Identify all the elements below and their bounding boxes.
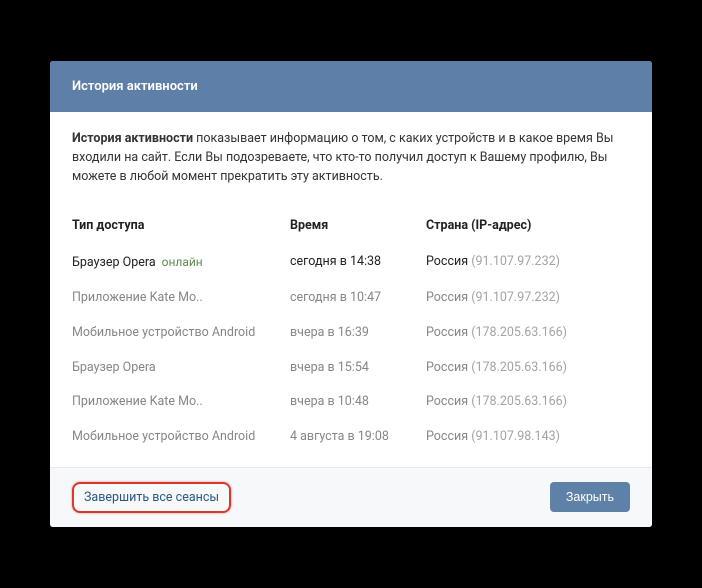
header-type: Тип доступа	[72, 217, 290, 236]
table-row: Браузер Operaонлайн сегодня в 14:38 Росс…	[72, 245, 630, 281]
session-country: Россия (178.205.63.166)	[426, 393, 630, 412]
header-country: Страна (IP-адрес)	[426, 217, 630, 236]
session-country: Россия (91.107.98.143)	[426, 428, 630, 447]
table-header-row: Тип доступа Время Страна (IP-адрес)	[72, 209, 630, 246]
session-type: Браузер Operaонлайн	[72, 253, 290, 273]
session-type: Приложение Kate Mo..	[72, 289, 290, 308]
session-time: вчера в 16:39	[290, 324, 426, 343]
online-badge: онлайн	[162, 255, 203, 269]
session-country: Россия (178.205.63.166)	[426, 359, 630, 378]
session-type: Браузер Opera	[72, 359, 290, 378]
session-time: 4 августа в 19:08	[290, 428, 426, 447]
session-time: сегодня в 10:47	[290, 289, 426, 308]
description: История активности показывает информацию…	[72, 130, 630, 186]
session-time: вчера в 10:48	[290, 393, 426, 412]
modal-header: История активности	[50, 61, 652, 112]
session-country: Россия (178.205.63.166)	[426, 324, 630, 343]
desc-bold: История активности	[72, 131, 193, 146]
modal-title: История активности	[72, 79, 198, 94]
table-row: Приложение Kate Mo.. сегодня в 10:47 Рос…	[72, 281, 630, 316]
table-row: Мобильное устройство Android 4 августа в…	[72, 420, 630, 455]
activity-history-modal: История активности История активности по…	[50, 61, 652, 527]
modal-body: История активности показывает информацию…	[50, 112, 652, 467]
session-time: сегодня в 14:38	[290, 253, 426, 273]
session-country: Россия (91.107.97.232)	[426, 289, 630, 308]
end-all-sessions-link[interactable]: Завершить все сеансы	[72, 482, 231, 513]
close-button[interactable]: Закрыть	[550, 482, 630, 512]
session-type: Мобильное устройство Android	[72, 428, 290, 447]
session-time: вчера в 15:54	[290, 359, 426, 378]
sessions-table: Тип доступа Время Страна (IP-адрес) Брау…	[72, 209, 630, 455]
table-row: Мобильное устройство Android вчера в 16:…	[72, 316, 630, 351]
modal-footer: Завершить все сеансы Закрыть	[50, 467, 652, 527]
session-type: Мобильное устройство Android	[72, 324, 290, 343]
table-row: Браузер Opera вчера в 15:54 Россия (178.…	[72, 351, 630, 386]
header-time: Время	[290, 217, 426, 236]
table-row: Приложение Kate Mo.. вчера в 10:48 Росси…	[72, 385, 630, 420]
session-type: Приложение Kate Mo..	[72, 393, 290, 412]
session-country: Россия (91.107.97.232)	[426, 253, 630, 273]
